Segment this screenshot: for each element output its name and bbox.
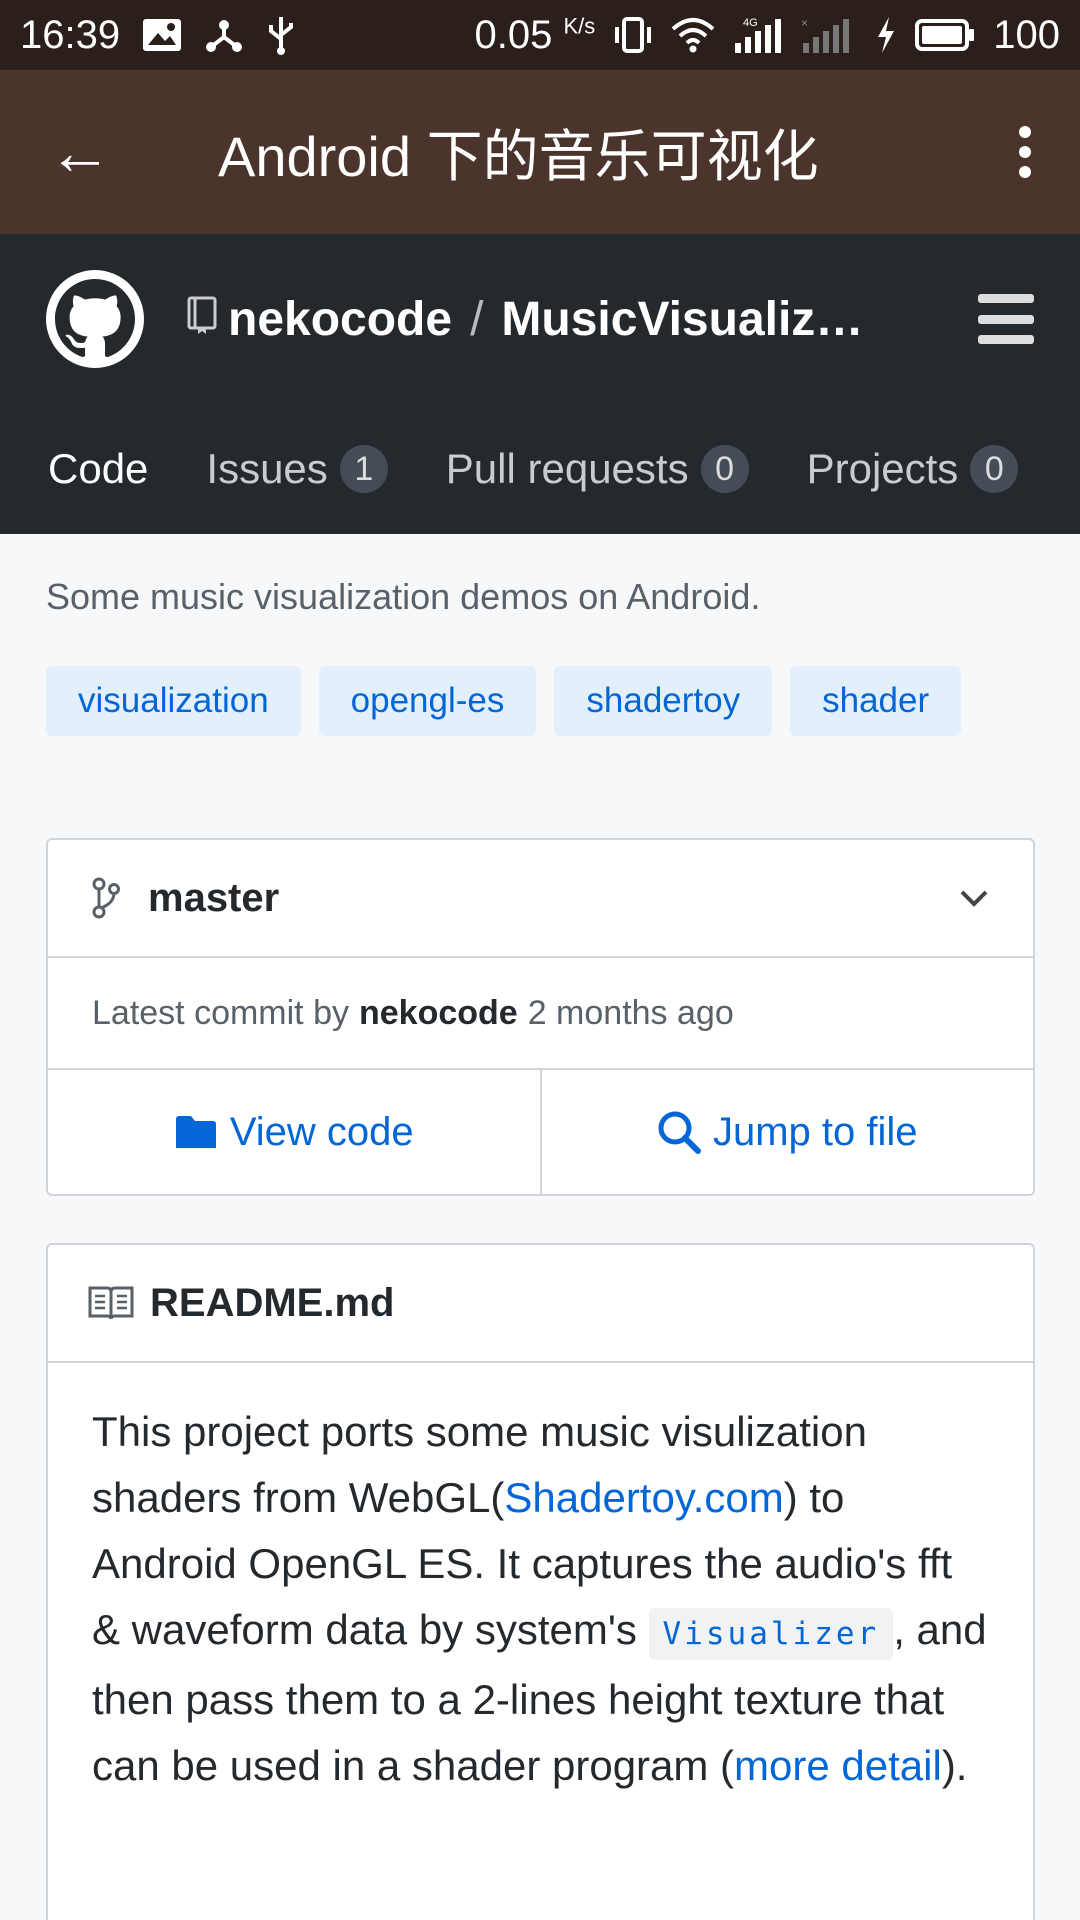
shadertoy-link[interactable]: Shadertoy.com: [504, 1474, 783, 1521]
tab-code[interactable]: Code: [48, 445, 148, 493]
tab-pull-requests[interactable]: Pull requests 0: [446, 445, 749, 493]
git-branch-icon: [92, 877, 120, 919]
overflow-menu-button[interactable]: [970, 70, 1080, 234]
vibrate-icon: [613, 15, 653, 55]
visualizer-code: Visualizer: [648, 1608, 894, 1660]
battery-icon: [915, 18, 975, 52]
topic-tag[interactable]: opengl-es: [318, 666, 537, 736]
page-title: Android 下的音乐可视化: [218, 124, 819, 188]
svg-text:4G: 4G: [743, 17, 758, 29]
app-bar: ← Android 下的音乐可视化: [0, 70, 1080, 234]
branch-panel: master Latest commit by nekocode 2 month…: [46, 838, 1035, 1196]
branch-selector[interactable]: master: [48, 840, 1033, 958]
tab-projects[interactable]: Projects 0: [807, 445, 1019, 493]
projects-count-badge: 0: [970, 445, 1019, 493]
net-speed: 0.05 K/s: [474, 12, 596, 57]
image-notification-icon: [142, 18, 182, 52]
signal-4g-icon: 4G: [733, 15, 782, 55]
topic-tag[interactable]: shadertoy: [554, 666, 773, 736]
repo-book-icon: [186, 292, 218, 347]
commit-time: 2 months ago: [527, 993, 734, 1032]
charging-icon: [875, 15, 897, 55]
repo-name[interactable]: MusicVisualizati…: [501, 292, 881, 347]
topic-tag[interactable]: shader: [790, 666, 962, 736]
share-icon: [204, 15, 244, 55]
tab-issues[interactable]: Issues 1: [206, 445, 388, 493]
back-button[interactable]: ←: [0, 70, 160, 234]
github-logo-icon[interactable]: [46, 270, 144, 368]
search-icon: [658, 1111, 701, 1154]
repo-path[interactable]: nekocode / MusicVisualizati…: [186, 292, 958, 347]
repo-description: Some music visualization demos on Androi…: [46, 576, 761, 617]
svg-text:×: ×: [801, 16, 808, 30]
branch-name: master: [148, 875, 280, 920]
github-header: nekocode / MusicVisualizati… Code Issues…: [0, 234, 1080, 534]
more-detail-link[interactable]: more detail: [734, 1742, 942, 1789]
battery-level: 100: [993, 12, 1060, 57]
jump-to-file-button[interactable]: Jump to file: [539, 1070, 1034, 1194]
hamburger-menu-icon[interactable]: [978, 294, 1034, 344]
readme-content: This project ports some music visulizati…: [92, 1408, 987, 1789]
repo-separator: /: [470, 292, 484, 346]
wifi-icon: [671, 17, 715, 53]
pull-requests-count-badge: 0: [700, 445, 749, 493]
status-time: 16:39: [20, 12, 121, 57]
readme-panel: README.md This project ports some music …: [46, 1243, 1035, 1920]
issues-count-badge: 1: [339, 445, 388, 493]
back-arrow-icon: ←: [48, 116, 112, 188]
usb-icon: [266, 15, 296, 55]
topic-list: visualization opengl-es shadertoy shader: [46, 666, 962, 736]
chevron-down-icon: [960, 890, 988, 907]
commit-author[interactable]: nekocode: [359, 994, 518, 1033]
latest-commit: Latest commit by nekocode 2 months ago: [48, 958, 1033, 1070]
more-vert-icon: [1019, 126, 1031, 178]
readme-header: README.md: [48, 1245, 1033, 1363]
status-bar: 16:39 0.05 K/s 4G × 100: [0, 0, 1080, 70]
view-code-button[interactable]: View code: [48, 1070, 540, 1194]
repo-owner[interactable]: nekocode: [228, 292, 452, 347]
signal-empty-icon: ×: [799, 15, 857, 55]
topic-tag[interactable]: visualization: [46, 666, 301, 736]
book-icon: [88, 1286, 134, 1320]
folder-icon: [175, 1116, 216, 1148]
readme-title: README.md: [150, 1280, 395, 1325]
repo-tabs: Code Issues 1 Pull requests 0 Projects 0: [0, 404, 1080, 534]
